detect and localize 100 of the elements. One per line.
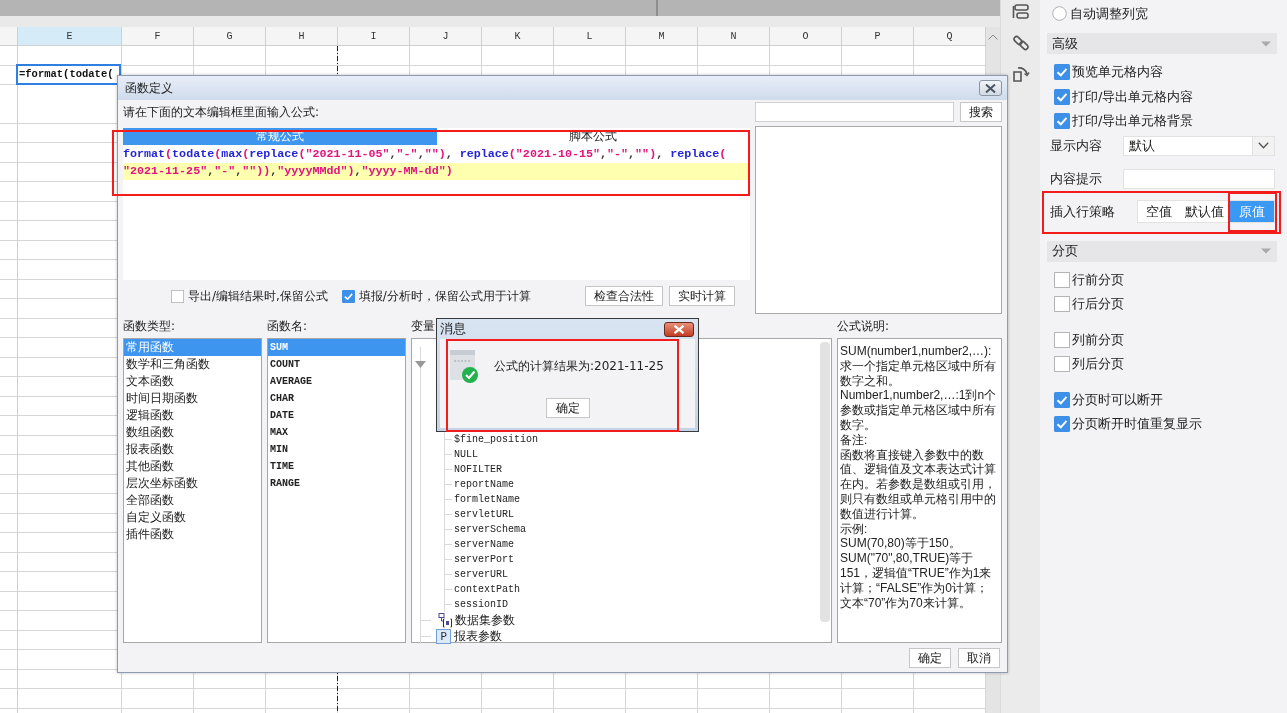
function-name-item[interactable]: TIME xyxy=(268,458,405,475)
checkbox[interactable] xyxy=(341,289,355,303)
action-button[interactable]: 检查合法性 xyxy=(585,286,663,306)
variable-item[interactable]: formletName xyxy=(454,494,520,505)
search-button[interactable]: 搜索 xyxy=(960,102,1002,122)
variable-item[interactable]: $fine_position xyxy=(454,434,538,445)
function-name-item[interactable]: DATE xyxy=(268,407,405,424)
checkbox-label[interactable]: 分页时可以断开 xyxy=(1072,390,1163,409)
function-type-item[interactable]: 自定义函数 xyxy=(124,509,261,526)
variable-item[interactable]: serverPort xyxy=(454,554,514,565)
column-header[interactable]: H xyxy=(266,27,338,45)
column-header[interactable]: I xyxy=(338,27,410,45)
action-button[interactable]: 实时计算 xyxy=(669,286,735,306)
section-header[interactable]: 高级 xyxy=(1047,33,1277,54)
display-dropdown[interactable]: 默认 xyxy=(1123,135,1275,156)
column-header[interactable]: N xyxy=(698,27,770,45)
ok-button[interactable]: 确定 xyxy=(545,398,590,418)
checkbox-label[interactable]: 导出/编辑结果时,保留公式 xyxy=(188,287,328,305)
tree-node-label[interactable]: 数据集参数 xyxy=(455,611,515,629)
list-label: 公式说明: xyxy=(837,317,890,335)
section-header[interactable]: 分页 xyxy=(1047,240,1277,262)
function-type-item[interactable]: 插件函数 xyxy=(124,526,261,543)
variable-item[interactable]: servletURL xyxy=(454,509,514,520)
close-button[interactable] xyxy=(979,80,1002,96)
checkbox-label[interactable]: 分页断开时值重复显示 xyxy=(1072,415,1202,434)
checkbox-label[interactable]: 打印/导出单元格内容 xyxy=(1072,87,1194,106)
checkbox[interactable] xyxy=(171,289,184,303)
checkbox[interactable] xyxy=(1054,113,1070,130)
function-type-item[interactable]: 时间日期函数 xyxy=(124,390,261,407)
function-type-item[interactable]: 层次坐标函数 xyxy=(124,475,261,492)
variable-item[interactable]: NOFILTER xyxy=(454,464,502,475)
search-field[interactable] xyxy=(755,102,954,122)
variable-item[interactable]: NULL xyxy=(454,449,478,460)
variable-item[interactable]: sessionID xyxy=(454,599,508,610)
variable-item[interactable]: serverURL xyxy=(454,569,508,580)
function-type-item[interactable]: 文本函数 xyxy=(124,373,261,390)
description-text: SUM(70,80)等于150。 xyxy=(840,536,962,552)
radio-button[interactable] xyxy=(1052,6,1067,21)
function-type-item[interactable]: 全部函数 xyxy=(124,492,261,509)
prompt-label: 请在下面的文本编辑框里面输入公式: xyxy=(123,104,320,121)
column-header[interactable]: J xyxy=(410,27,482,45)
function-type-item[interactable]: 报表函数 xyxy=(124,441,261,458)
rotate-icon[interactable] xyxy=(1011,65,1030,83)
column-header[interactable]: O xyxy=(770,27,842,45)
segment-option[interactable]: 默认值 xyxy=(1180,201,1229,222)
checkbox[interactable] xyxy=(1054,331,1070,348)
checkbox[interactable] xyxy=(1054,391,1070,408)
list-label: 函数类型: xyxy=(123,317,176,335)
function-type-item[interactable]: 其他函数 xyxy=(124,458,261,475)
tree-node-label[interactable]: 报表参数 xyxy=(454,627,502,645)
column-header[interactable]: E xyxy=(18,27,122,45)
expand-arrow-icon[interactable] xyxy=(415,360,426,368)
column-header[interactable]: L xyxy=(554,27,626,45)
active-cell[interactable]: =format(todate( xyxy=(16,64,121,85)
checkbox-label[interactable]: 列后分页 xyxy=(1072,355,1124,374)
function-name-item[interactable]: CHAR xyxy=(268,390,405,407)
function-name-item[interactable]: COUNT xyxy=(268,356,405,373)
scroll-up-icon[interactable] xyxy=(988,34,998,40)
section-title: 分页 xyxy=(1052,242,1078,260)
checkbox[interactable] xyxy=(1054,271,1070,288)
checkbox[interactable] xyxy=(1054,356,1070,373)
dialog-title: 函数定义 xyxy=(125,79,173,97)
function-name-item[interactable]: AVERAGE xyxy=(268,373,405,390)
function-name-item[interactable]: MAX xyxy=(268,424,405,441)
variable-item[interactable]: reportName xyxy=(454,479,514,490)
dialog-button[interactable]: 确定 xyxy=(909,648,951,668)
variable-item[interactable]: serverName xyxy=(454,539,514,550)
column-header[interactable]: K xyxy=(482,27,554,45)
column-header[interactable]: M xyxy=(626,27,698,45)
close-button[interactable] xyxy=(664,321,694,337)
function-type-item[interactable]: 数组函数 xyxy=(124,424,261,441)
variable-item[interactable]: contextPath xyxy=(454,584,520,595)
checkbox-label[interactable]: 列前分页 xyxy=(1072,330,1124,349)
checkbox-label[interactable]: 填报/分析时，保留公式用于计算 xyxy=(358,287,531,305)
checkbox-label[interactable]: 行后分页 xyxy=(1072,295,1124,314)
checkbox[interactable] xyxy=(1054,64,1070,81)
function-name-item[interactable]: RANGE xyxy=(268,475,405,492)
dialog-button[interactable]: 取消 xyxy=(958,648,1000,668)
radio-label[interactable]: 自动调整列宽 xyxy=(1070,4,1148,23)
checkbox[interactable] xyxy=(1054,416,1070,433)
function-type-item[interactable]: 数学和三角函数 xyxy=(124,356,261,373)
document-check-icon xyxy=(450,350,478,383)
checkbox[interactable] xyxy=(1054,296,1070,313)
description-text: 示例: xyxy=(840,521,869,537)
hint-input-field[interactable] xyxy=(1123,168,1275,189)
function-name-item[interactable]: MIN xyxy=(268,441,405,458)
column-header[interactable]: G xyxy=(194,27,266,45)
formula-editor[interactable]: format(todate(max(replace("2021-11-05","-",""), replace("2021-10-15","-",""), replace( "2021-11-25","-","")),"yyyyMMdd"),"yyyy-MM-dd") xyxy=(123,145,750,280)
list-icon[interactable] xyxy=(1011,3,1030,21)
checkbox[interactable] xyxy=(1054,88,1070,105)
checkbox-label[interactable]: 预览单元格内容 xyxy=(1072,63,1163,82)
function-type-item[interactable]: 逻辑函数 xyxy=(124,407,261,424)
variable-item[interactable]: serverSchema xyxy=(454,524,526,535)
link-icon[interactable] xyxy=(1011,34,1030,52)
column-header[interactable]: F xyxy=(122,27,194,45)
checkbox-label[interactable]: 行前分页 xyxy=(1072,270,1124,289)
segment-option[interactable]: 空值 xyxy=(1138,201,1180,222)
checkbox-label[interactable]: 打印/导出单元格背景 xyxy=(1072,112,1194,131)
scrollbar-thumb[interactable] xyxy=(820,342,830,622)
column-header[interactable]: P xyxy=(842,27,914,45)
